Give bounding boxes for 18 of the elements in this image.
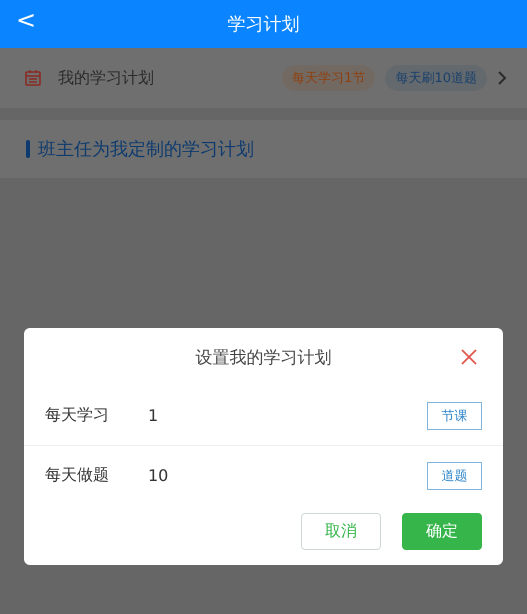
close-button[interactable]	[459, 347, 479, 367]
plan-tag: 每天学习1节	[282, 65, 376, 91]
row-label: 我的学习计划	[58, 68, 155, 88]
accent-bar	[26, 140, 30, 158]
row-label: 每天做题	[45, 465, 110, 486]
confirm-button[interactable]: 确定	[402, 513, 482, 550]
chevron-right-icon	[497, 70, 507, 86]
calendar-icon	[24, 69, 42, 87]
section-title: 班主任为我定制的学习计划	[38, 138, 254, 161]
page-title: 学习计划	[228, 13, 300, 36]
plan-tag: 每天刷10道题	[385, 65, 487, 91]
back-button[interactable]: <	[16, 6, 36, 34]
dialog-title: 设置我的学习计划	[196, 346, 332, 368]
row-label: 每天学习	[45, 405, 110, 426]
unit-button[interactable]: 道题	[427, 462, 482, 490]
my-plan-row[interactable]: 我的学习计划 每天学习1节 每天刷10道题	[0, 48, 527, 108]
unit-button[interactable]: 节课	[427, 402, 482, 430]
cancel-button[interactable]: 取消	[301, 513, 381, 550]
